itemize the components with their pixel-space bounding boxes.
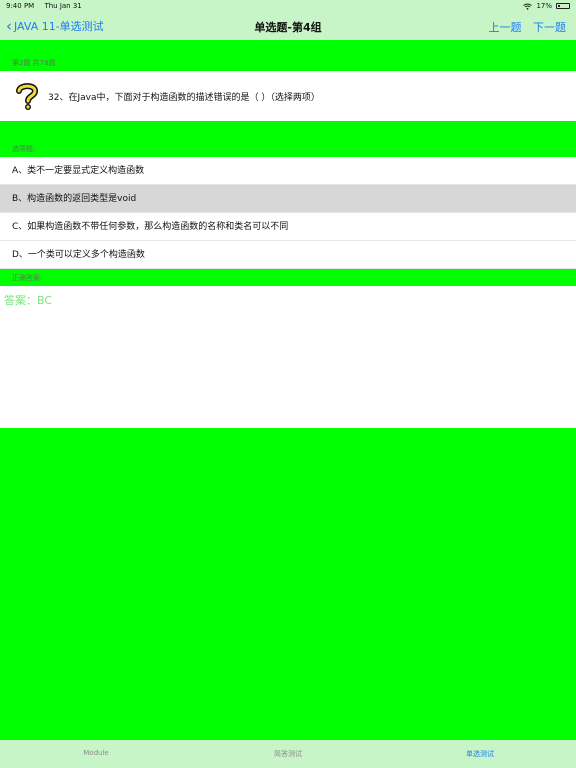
answer-section-label: 正确答案: bbox=[12, 274, 43, 282]
tab-short-answer-test[interactable]: 简答测试 bbox=[192, 740, 384, 768]
question-section-label: 第2题 共78题 bbox=[12, 59, 56, 67]
answer-card: 答案：BC bbox=[0, 286, 576, 428]
battery-percent: 17% bbox=[536, 2, 552, 10]
tab-module[interactable]: Module bbox=[0, 740, 192, 768]
status-date: Thu Jan 31 bbox=[44, 2, 82, 10]
option-d[interactable]: D、一个类可以定义多个构造函数 bbox=[0, 241, 576, 269]
question-text: 32、在Java中，下面对于构造函数的描述错误的是（ ）（选择两项） bbox=[48, 93, 320, 103]
options-list: A、类不一定要显式定义构造函数 B、构造函数的返回类型是void C、如果构造函… bbox=[0, 157, 576, 269]
navigation-bar: ‹ JAVA 11-单选测试 单选题-第4组 上一题 下一题 bbox=[0, 12, 576, 40]
app-screen: 9:40 PM Thu Jan 31 17% ‹ JAVA 11-单选测试 单选… bbox=[0, 0, 576, 768]
option-b[interactable]: B、构造函数的返回类型是void bbox=[0, 185, 576, 213]
previous-question-button[interactable]: 上一题 bbox=[489, 21, 522, 34]
status-bar: 9:40 PM Thu Jan 31 17% bbox=[0, 0, 576, 12]
option-a[interactable]: A、类不一定要显式定义构造函数 bbox=[0, 157, 576, 185]
options-section-label: 选项框: bbox=[12, 145, 36, 153]
status-time: 9:40 PM bbox=[6, 2, 35, 10]
wifi-icon bbox=[523, 3, 533, 10]
battery-icon bbox=[556, 3, 570, 9]
answer-text: 答案：BC bbox=[4, 294, 53, 307]
next-question-button[interactable]: 下一题 bbox=[533, 21, 566, 34]
question-mark-icon bbox=[16, 83, 39, 110]
tab-single-choice-test[interactable]: 单选测试 bbox=[384, 740, 576, 768]
question-navigation: 上一题 下一题 bbox=[481, 19, 567, 35]
question-card: 32、在Java中，下面对于构造函数的描述错误的是（ ）（选择两项） bbox=[0, 71, 576, 121]
status-left: 9:40 PM Thu Jan 31 bbox=[6, 2, 90, 10]
status-right: 17% bbox=[523, 2, 570, 10]
option-c[interactable]: C、如果构造函数不带任何参数，那么构造函数的名称和类名可以不同 bbox=[0, 213, 576, 241]
tab-bar: Module 简答测试 单选测试 bbox=[0, 740, 576, 768]
battery-level bbox=[558, 5, 560, 7]
